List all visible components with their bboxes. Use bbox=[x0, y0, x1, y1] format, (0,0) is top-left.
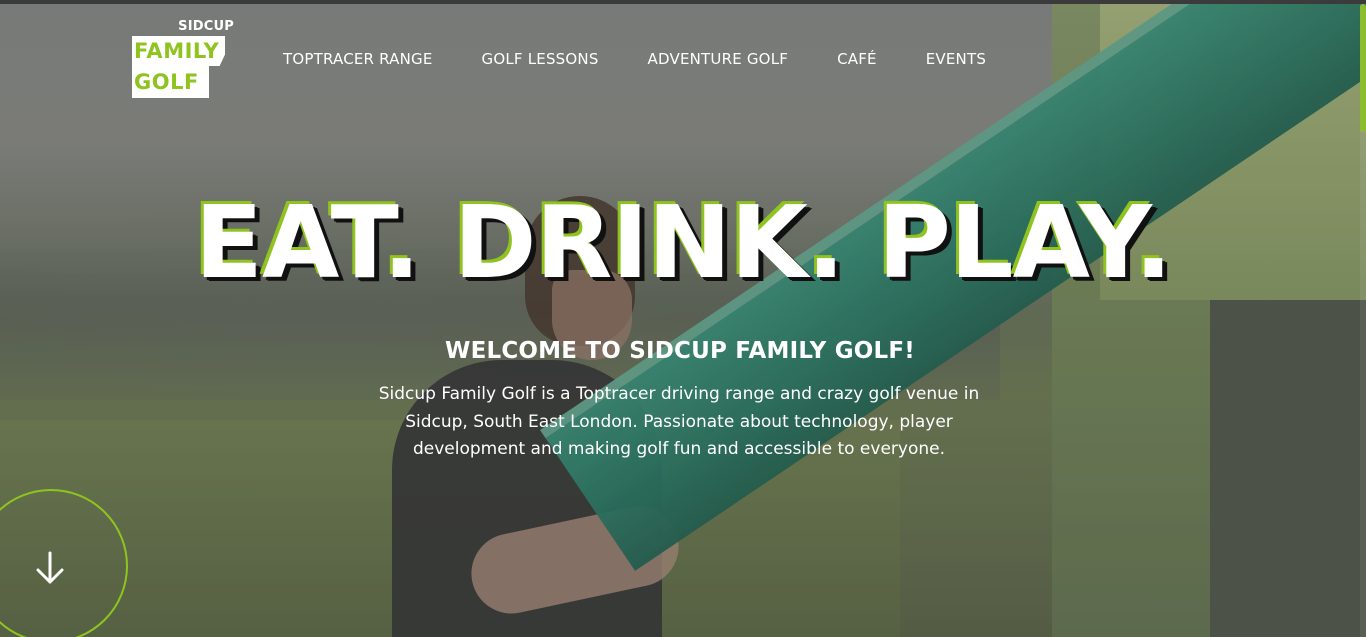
hero-headline: EAT. DRINK. PLAY. bbox=[194, 184, 1173, 301]
scrollbar-thumb[interactable] bbox=[1360, 4, 1366, 132]
top-strip bbox=[0, 0, 1366, 4]
page: SIDCUP FAMILY GOLF TOPTRACER RANGE GOLF … bbox=[0, 0, 1366, 637]
nav-item-golf-lessons[interactable]: GOLF LESSONS bbox=[482, 50, 599, 68]
logo-text-golf: GOLF bbox=[132, 66, 209, 98]
arrow-down-icon bbox=[36, 551, 64, 584]
logo-text-family: FAMILY bbox=[132, 36, 226, 66]
site-logo[interactable]: SIDCUP FAMILY GOLF bbox=[132, 20, 234, 98]
nav-item-toptracer-range[interactable]: TOPTRACER RANGE bbox=[283, 50, 433, 68]
hero-description: Sidcup Family Golf is a Toptracer drivin… bbox=[378, 384, 980, 459]
nav-item-events[interactable]: EVENTS bbox=[926, 50, 986, 68]
nav-item-cafe[interactable]: CAFÉ bbox=[837, 50, 877, 68]
main-navigation: TOPTRACER RANGE GOLF LESSONS ADVENTURE G… bbox=[283, 48, 986, 70]
logo-text-sidcup: SIDCUP bbox=[178, 19, 234, 34]
hero-welcome-heading: WELCOME TO SIDCUP FAMILY GOLF! bbox=[445, 338, 915, 364]
nav-item-adventure-golf[interactable]: ADVENTURE GOLF bbox=[648, 50, 789, 68]
